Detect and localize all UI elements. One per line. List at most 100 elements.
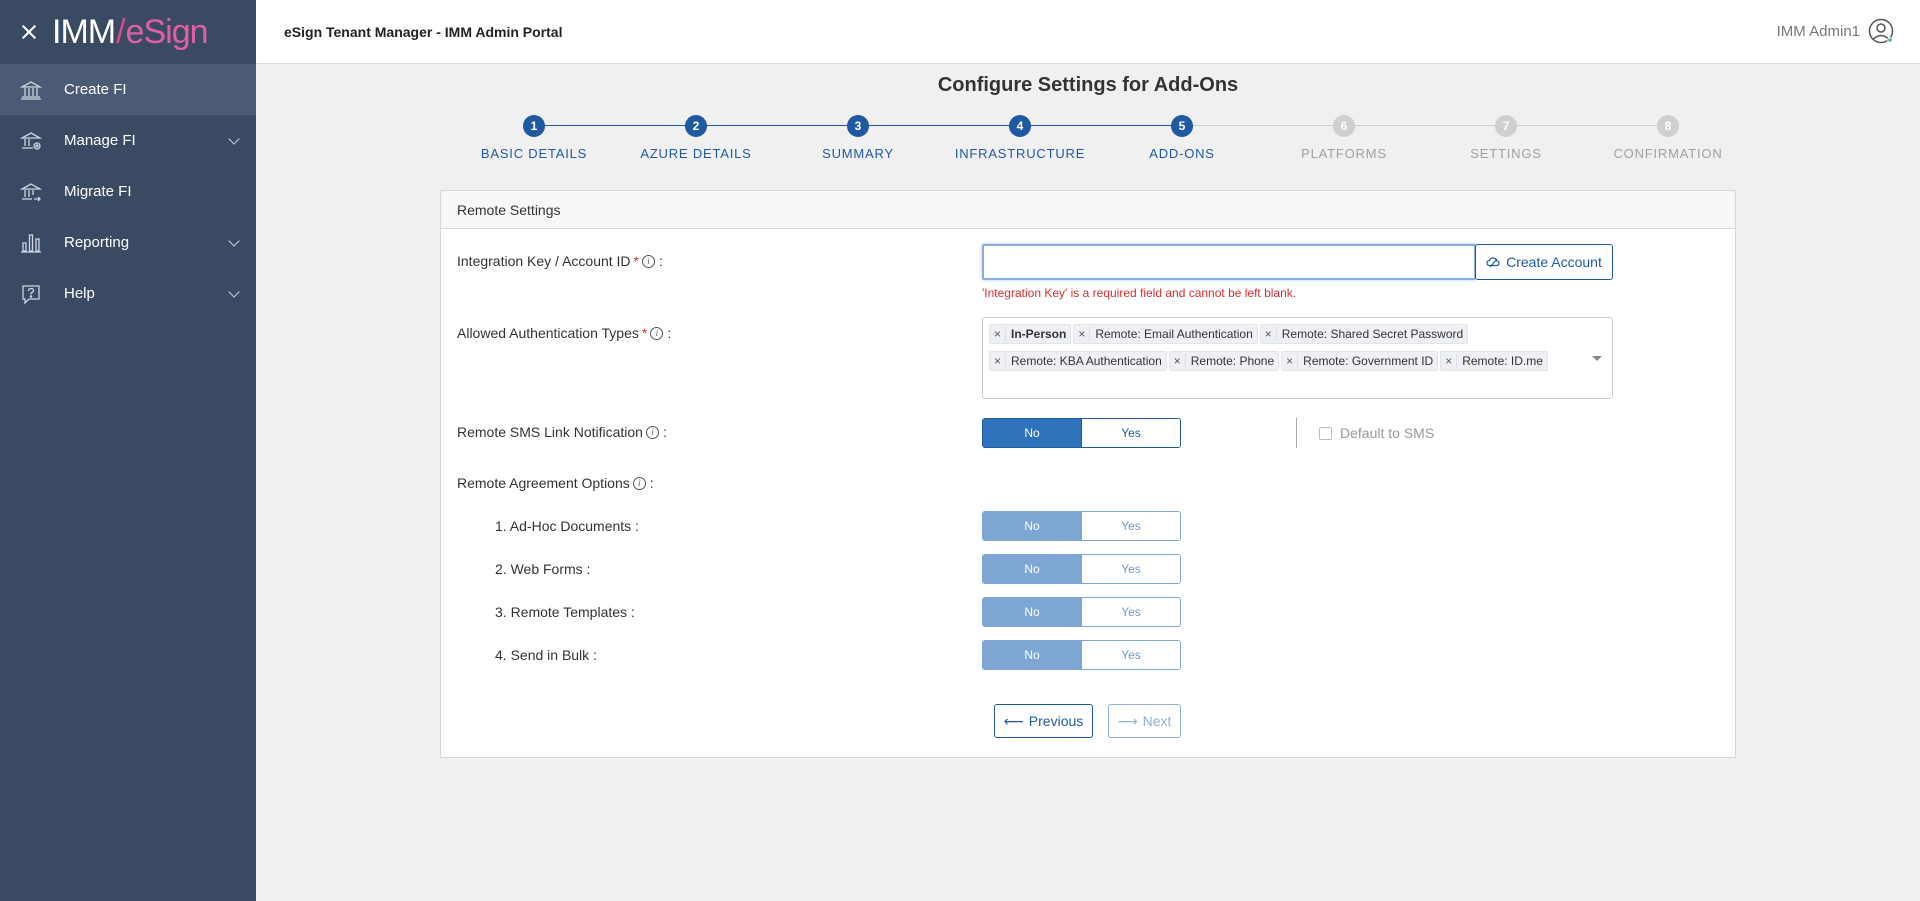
info-icon[interactable]: i	[642, 254, 655, 268]
step-infrastructure[interactable]: 4 INFRASTRUCTURE	[939, 115, 1101, 161]
tag-label: Remote: Shared Secret Password	[1281, 327, 1464, 341]
cloud-link-icon	[1486, 257, 1500, 268]
remove-tag-icon[interactable]: ×	[1261, 327, 1277, 341]
toggle-yes[interactable]: Yes	[1081, 598, 1180, 626]
required-marker: *	[633, 253, 639, 269]
agreement-option-label: 4. Send in Bulk :	[495, 647, 597, 663]
step-confirmation[interactable]: 8 CONFIRMATION	[1587, 115, 1749, 161]
arrow-right-icon: ⟶	[1117, 712, 1138, 729]
auth-types-label: Allowed Authentication Types * i :	[457, 325, 672, 341]
auth-type-tag: × Remote: Government ID	[1281, 351, 1439, 371]
step-summary[interactable]: 3 SUMMARY	[777, 115, 939, 161]
required-marker: *	[641, 325, 648, 341]
arrow-left-icon: ⟵	[1003, 712, 1024, 729]
sidebar-item-create-fi[interactable]: Create FI	[0, 64, 256, 115]
auth-type-tag: × In-Person	[989, 324, 1072, 344]
sidebar-item-label: Create FI	[64, 81, 127, 98]
step-settings[interactable]: 7 SETTINGS	[1425, 115, 1587, 161]
sidebar-item-reporting[interactable]: Reporting	[0, 217, 256, 268]
toggle-yes[interactable]: Yes	[1081, 512, 1180, 540]
toggle-no[interactable]: No	[983, 598, 1081, 626]
bar-chart-icon	[20, 232, 42, 254]
app-title: eSign Tenant Manager - IMM Admin Portal	[284, 23, 563, 40]
sms-notification-label: Remote SMS Link Notification i :	[457, 424, 667, 440]
sidebar-item-migrate-fi[interactable]: Migrate FI	[0, 166, 256, 217]
divider	[1296, 418, 1297, 448]
toggle-no[interactable]: No	[983, 512, 1081, 540]
create-account-button[interactable]: Create Account	[1475, 244, 1613, 280]
tag-label: Remote: KBA Authentication	[1011, 354, 1162, 368]
bank-arrow-icon	[20, 181, 42, 203]
remove-tag-icon[interactable]: ×	[1170, 354, 1186, 368]
bank-gear-icon	[20, 130, 42, 152]
step-label: CONFIRMATION	[1613, 146, 1723, 161]
main-content: Configure Settings for Add-Ons 1 BASIC DE…	[256, 64, 1920, 901]
agreement-option-label: 1. Ad-Hoc Documents :	[495, 518, 639, 534]
tag-label: Remote: Government ID	[1303, 354, 1434, 368]
help-icon	[20, 283, 42, 305]
bank-icon	[20, 79, 42, 101]
sidebar-item-label: Reporting	[64, 234, 130, 251]
step-label: BASIC DETAILS	[480, 146, 588, 161]
web-forms-toggle: No Yes	[982, 554, 1181, 584]
previous-button[interactable]: ⟵ Previous	[994, 704, 1093, 738]
step-label: SUMMARY	[822, 146, 894, 161]
step-label: INFRASTRUCTURE	[954, 146, 1086, 161]
auth-type-tag: × Remote: Shared Secret Password	[1259, 324, 1469, 344]
sidebar-item-manage-fi[interactable]: Manage FI	[0, 115, 256, 166]
remote-settings-card: Remote Settings Integration Key / Accoun…	[440, 190, 1736, 758]
default-to-sms-checkbox[interactable]: Default to SMS	[1319, 425, 1434, 441]
step-number: 5	[1171, 115, 1193, 137]
user-menu[interactable]: IMM Admin1	[1777, 18, 1894, 44]
step-number: 6	[1333, 115, 1355, 137]
step-label: SETTINGS	[1470, 146, 1542, 161]
info-icon[interactable]: i	[650, 326, 664, 340]
user-avatar-icon	[1868, 18, 1894, 44]
step-number: 8	[1657, 115, 1679, 137]
toggle-no[interactable]: No	[983, 555, 1081, 583]
auth-type-tag: × Remote: Email Authentication	[1073, 324, 1258, 344]
step-azure-details[interactable]: 2 AZURE DETAILS	[615, 115, 777, 161]
remove-tag-icon[interactable]: ×	[1441, 354, 1458, 368]
close-icon[interactable]	[20, 23, 38, 41]
step-platforms[interactable]: 6 PLATFORMS	[1263, 115, 1425, 161]
agreement-options-label: Remote Agreement Options i :	[457, 475, 654, 491]
toggle-no[interactable]: No	[983, 419, 1081, 447]
brand-bar: IMM / eSign	[0, 0, 256, 64]
logo: IMM / eSign	[52, 12, 209, 51]
remove-tag-icon[interactable]: ×	[1074, 327, 1091, 341]
info-icon[interactable]: i	[645, 425, 659, 439]
remove-tag-icon[interactable]: ×	[1282, 354, 1299, 368]
remove-tag-icon[interactable]: ×	[990, 354, 1006, 368]
toggle-yes[interactable]: Yes	[1081, 641, 1180, 669]
toggle-yes[interactable]: Yes	[1081, 419, 1180, 447]
caret-down-icon[interactable]	[1592, 356, 1602, 361]
sidebar-item-label: Migrate FI	[64, 183, 132, 200]
agreement-option-label: 2. Web Forms :	[495, 561, 591, 577]
step-add-ons[interactable]: 5 ADD-ONS	[1101, 115, 1263, 161]
wizard-stepper: 1 BASIC DETAILS 2 AZURE DETAILS 3 SUMMARY 4 INF…	[453, 115, 1722, 165]
step-label: AZURE DETAILS	[640, 146, 752, 161]
step-number: 2	[685, 115, 707, 137]
tag-label: In-Person	[1011, 327, 1067, 341]
remote-templates-toggle: No Yes	[982, 597, 1181, 627]
chevron-down-icon	[228, 286, 240, 298]
auth-types-multiselect[interactable]: × In-Person × Remote: Email Authentication ×…	[982, 317, 1613, 399]
toggle-no[interactable]: No	[983, 641, 1081, 669]
next-button[interactable]: ⟶ Next	[1108, 704, 1181, 738]
step-basic-details[interactable]: 1 BASIC DETAILS	[453, 115, 615, 161]
sidebar: IMM / eSign Create FI Manage FI Migrate FI…	[0, 0, 256, 901]
integration-key-input[interactable]	[982, 244, 1476, 280]
info-icon[interactable]: i	[632, 476, 646, 490]
tag-label: Remote: ID.me	[1462, 354, 1543, 368]
sidebar-item-help[interactable]: Help	[0, 268, 256, 319]
integration-key-label: Integration Key / Account ID * i :	[457, 253, 663, 269]
toggle-yes[interactable]: Yes	[1081, 555, 1180, 583]
section-title: Remote Settings	[441, 191, 1735, 229]
step-label: ADD-ONS	[1149, 146, 1215, 161]
checkbox-box[interactable]	[1319, 426, 1332, 440]
send-in-bulk-toggle: No Yes	[982, 640, 1181, 670]
remove-tag-icon[interactable]: ×	[990, 327, 1006, 341]
step-label: PLATFORMS	[1301, 146, 1387, 161]
sms-notification-toggle: No Yes	[982, 418, 1181, 448]
